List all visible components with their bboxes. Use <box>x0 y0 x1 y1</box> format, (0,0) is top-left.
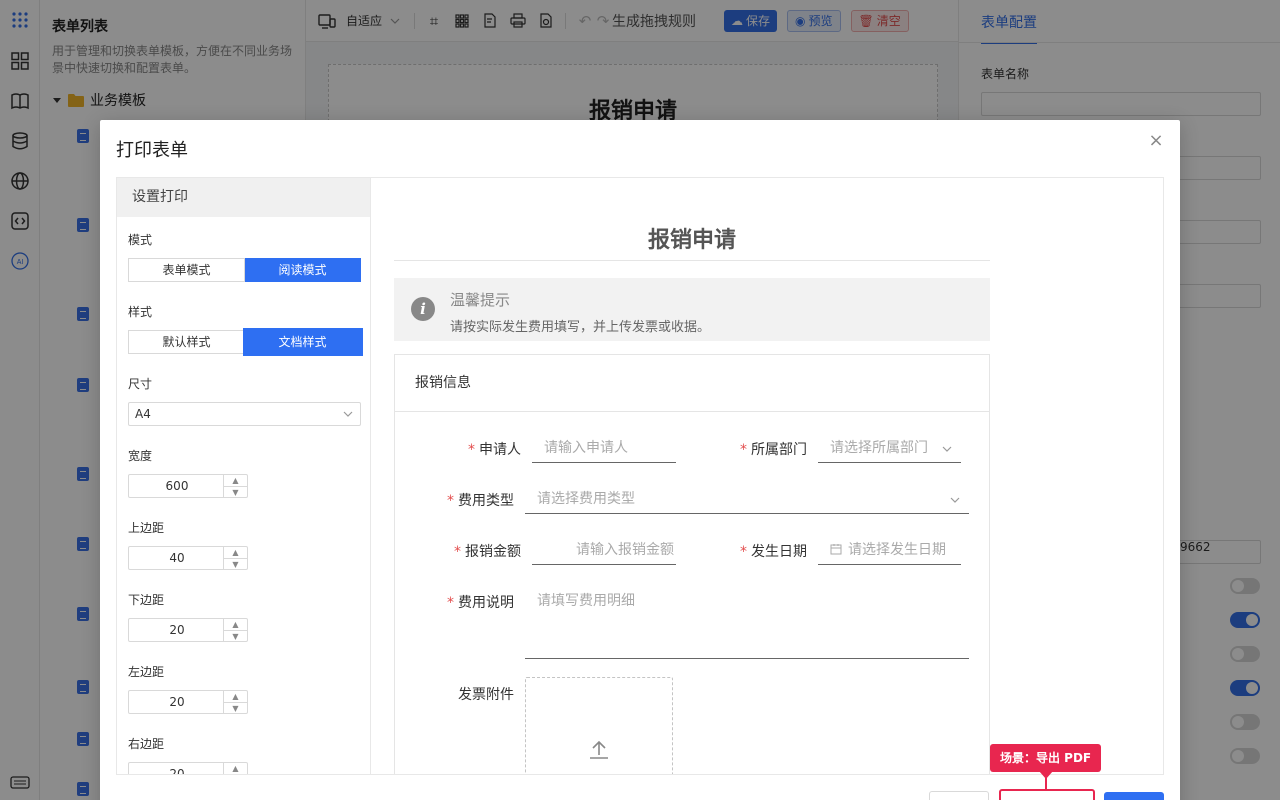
decrease-icon[interactable]: ▼ <box>224 486 247 497</box>
width-label: 宽度 <box>128 449 153 463</box>
style-toggle: 默认样式 文档样式 <box>128 330 361 354</box>
scenario-callout: 场景：导出 PDF <box>990 744 1102 772</box>
tip-title: 温馨提示 <box>450 291 511 309</box>
title-divider <box>394 260 990 261</box>
margin-right-value[interactable]: 20 <box>129 763 225 774</box>
applicant-input[interactable]: 请输入申请人 <box>532 435 676 463</box>
attachment-upload[interactable] <box>525 677 673 774</box>
width-stepper[interactable]: 600 ▲ ▼ <box>128 474 248 498</box>
print-form-dialog: 打印表单 × 设置打印 模式 表单模式 阅读模式 样式 默认样式 文档样式 尺寸… <box>100 120 1180 800</box>
width-value[interactable]: 600 <box>129 475 225 497</box>
required-marker: * <box>740 442 747 458</box>
decrease-icon[interactable]: ▼ <box>224 774 247 775</box>
chevron-down-icon <box>343 411 353 417</box>
mode-label: 模式 <box>128 233 153 247</box>
amount-input[interactable]: 请输入报销金额 <box>532 537 676 565</box>
applicant-label-text: 申请人 <box>479 442 521 458</box>
export-pdf-button[interactable] <box>999 789 1095 800</box>
callout-stem <box>1045 778 1047 790</box>
tip-alert: i 温馨提示 请按实际发生费用填写，并上传发票或收据。 <box>394 278 990 341</box>
applicant-label: * 申请人 <box>395 439 521 459</box>
info-icon: i <box>411 297 435 321</box>
margin-bottom-label: 下边距 <box>128 593 165 607</box>
increase-icon[interactable]: ▲ <box>224 619 247 630</box>
close-icon[interactable]: × <box>1148 132 1164 150</box>
required-marker: * <box>447 493 454 509</box>
margin-top-value[interactable]: 40 <box>129 547 225 569</box>
upload-icon <box>590 740 608 759</box>
size-select-value: A4 <box>135 407 151 421</box>
mode-toggle: 表单模式 阅读模式 <box>128 258 361 282</box>
reimbursement-info-card: 报销信息 * 申请人 请输入申请人 * 所属部门 请选择所属部门 * 费用类型 请选择… <box>394 354 990 774</box>
decrease-icon[interactable]: ▼ <box>224 630 247 641</box>
decrease-icon[interactable]: ▼ <box>224 702 247 713</box>
department-select[interactable]: 请选择所属部门 <box>818 435 961 463</box>
date-label: * 发生日期 <box>695 541 807 561</box>
margin-top-stepper[interactable]: 40 ▲ ▼ <box>128 546 248 570</box>
margin-right-stepper[interactable]: 20 ▲▼ <box>128 762 248 775</box>
expense-type-placeholder: 请选择费用类型 <box>537 491 635 507</box>
print-preview-panel: 报销申请 i 温馨提示 请按实际发生费用填写，并上传发票或收据。 报销信息 * 申… <box>370 177 1164 775</box>
print-settings-panel: 设置打印 模式 表单模式 阅读模式 样式 默认样式 文档样式 尺寸 A4 宽度 … <box>116 177 370 775</box>
dialog-primary-button[interactable] <box>1104 792 1164 800</box>
preview-form-title: 报销申请 <box>647 228 736 253</box>
decrease-icon[interactable]: ▼ <box>224 558 247 569</box>
amount-label: * 报销金额 <box>395 541 521 561</box>
date-placeholder: 请选择发生日期 <box>848 542 946 558</box>
increase-icon[interactable]: ▲ <box>224 691 247 702</box>
dialog-title: 打印表单 <box>116 140 188 161</box>
required-marker: * <box>454 544 461 560</box>
calendar-icon <box>830 544 842 555</box>
required-marker: * <box>468 442 475 458</box>
chevron-down-icon <box>950 497 960 503</box>
department-label-text: 所属部门 <box>751 442 807 458</box>
date-label-text: 发生日期 <box>751 544 807 560</box>
increase-icon[interactable]: ▲ <box>224 547 247 558</box>
size-select[interactable]: A4 <box>128 402 361 426</box>
size-label: 尺寸 <box>128 377 153 391</box>
mode-form-button[interactable]: 表单模式 <box>128 258 245 282</box>
required-marker: * <box>740 544 747 560</box>
style-label: 样式 <box>128 305 153 319</box>
description-textarea[interactable]: 请填写费用明细 <box>525 588 969 659</box>
margin-left-stepper[interactable]: 20 ▲ ▼ <box>128 690 248 714</box>
description-label-text: 费用说明 <box>458 595 514 611</box>
dialog-secondary-button[interactable] <box>929 791 989 800</box>
margin-top-label: 上边距 <box>128 521 165 535</box>
expense-type-label: * 费用类型 <box>395 490 514 510</box>
print-settings-header: 设置打印 <box>117 178 370 217</box>
department-label: * 所属部门 <box>695 439 807 459</box>
style-default-button[interactable]: 默认样式 <box>128 330 245 354</box>
margin-left-value[interactable]: 20 <box>129 691 225 713</box>
expense-type-select[interactable]: 请选择费用类型 <box>525 486 969 514</box>
tip-text: 请按实际发生费用填写，并上传发票或收据。 <box>450 320 711 335</box>
margin-bottom-value[interactable]: 20 <box>129 619 225 641</box>
date-picker[interactable]: 请选择发生日期 <box>818 537 961 565</box>
amount-label-text: 报销金额 <box>465 544 521 560</box>
increase-icon[interactable]: ▲ <box>224 475 247 486</box>
style-document-button[interactable]: 文档样式 <box>245 330 361 354</box>
margin-right-label: 右边距 <box>128 737 165 751</box>
increase-icon[interactable]: ▲ <box>224 763 247 774</box>
attachment-label: 发票附件 <box>458 687 514 703</box>
margin-left-label: 左边距 <box>128 665 165 679</box>
description-label: * 费用说明 <box>395 592 514 612</box>
expense-type-label-text: 费用类型 <box>458 493 514 509</box>
margin-bottom-stepper[interactable]: 20 ▲ ▼ <box>128 618 248 642</box>
department-placeholder: 请选择所属部门 <box>830 440 928 456</box>
required-marker: * <box>447 595 454 611</box>
mode-read-button[interactable]: 阅读模式 <box>245 258 361 282</box>
chevron-down-icon <box>941 443 953 455</box>
section-title: 报销信息 <box>395 355 989 412</box>
